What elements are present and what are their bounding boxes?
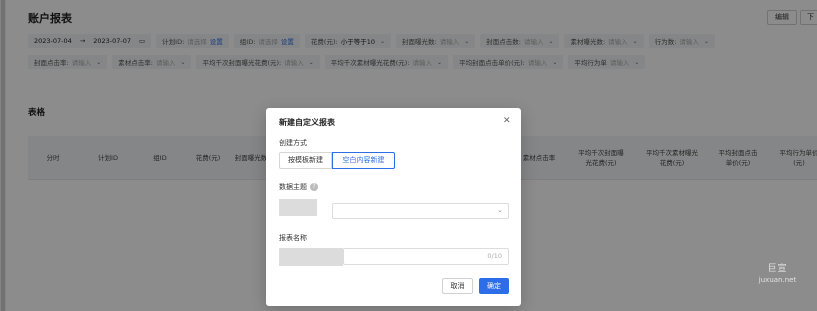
data-subject-label: 数据主题 [279, 183, 307, 191]
watermark-url: juxuan.net [758, 276, 797, 284]
redacted-block [279, 199, 317, 216]
create-blank-option[interactable]: 空白内容新建 [332, 152, 395, 169]
report-name-label: 报表名称 [279, 234, 307, 242]
chevron-down-icon: ⌄ [497, 206, 503, 214]
watermark-logo-text: 巨宣 [767, 264, 788, 274]
modal-title: 新建自定义报表 [279, 118, 335, 127]
cancel-button[interactable]: 取消 [442, 278, 473, 294]
create-from-template-option[interactable]: 按模板新建 [279, 152, 332, 169]
close-icon[interactable]: ✕ [503, 116, 511, 126]
creation-method-label: 创建方式 [279, 139, 307, 147]
create-report-modal: 新建自定义报表 ✕ 创建方式 按模板新建 空白内容新建 数据主题 ? ⌄ 报表名… [266, 108, 521, 306]
confirm-button[interactable]: 确定 [479, 278, 509, 294]
data-subject-select[interactable]: ⌄ [332, 203, 509, 219]
redacted-block [279, 248, 343, 266]
help-icon[interactable]: ? [310, 183, 318, 191]
data-subject-label-row: 数据主题 ? [279, 182, 318, 192]
report-name-input[interactable]: 0/10 [343, 248, 509, 265]
watermark: 巨宣 juxuan.net [740, 261, 815, 284]
char-counter: 0/10 [487, 252, 502, 260]
